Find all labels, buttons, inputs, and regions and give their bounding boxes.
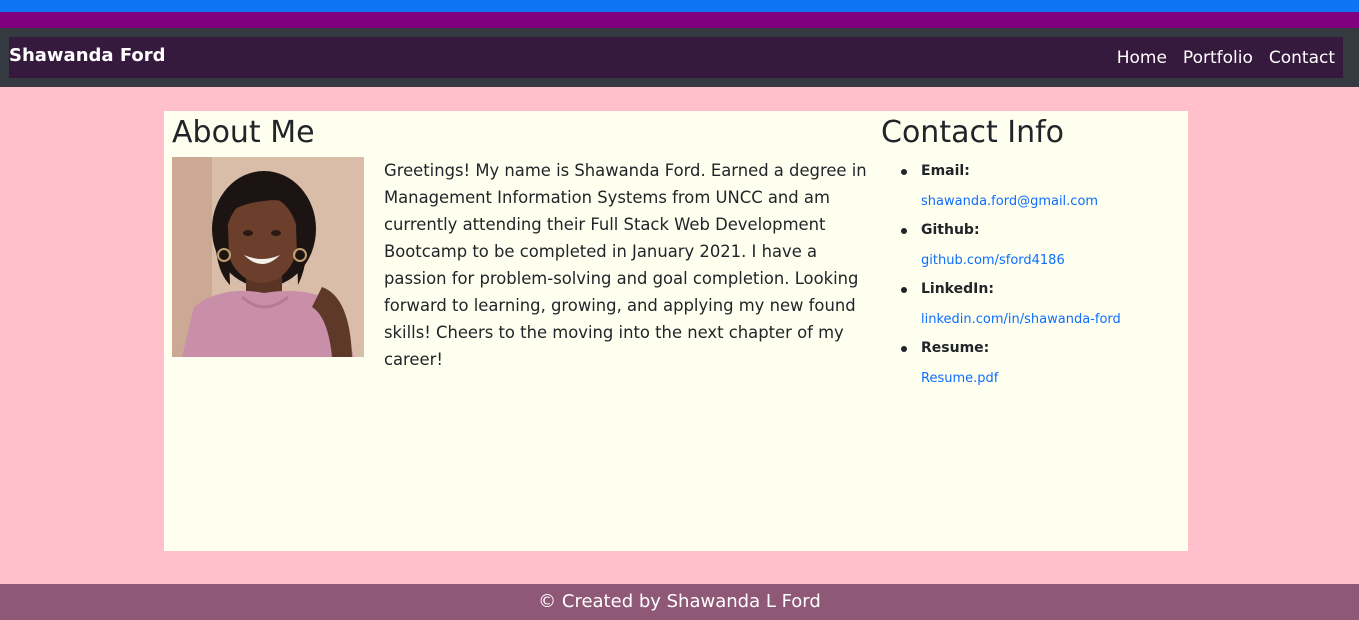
footer-text: © Created by Shawanda L Ford (538, 591, 821, 612)
nav-link-contact[interactable]: Contact (1269, 47, 1335, 69)
contact-item-linkedin: LinkedIn: linkedin.com/in/shawanda-ford (881, 279, 1181, 338)
navbar-inner: Shawanda Ford Home Portfolio Contact (9, 37, 1343, 78)
bullet-icon (901, 346, 907, 352)
nav-link-portfolio[interactable]: Portfolio (1183, 47, 1253, 69)
contact-item-email: Email: shawanda.ford@gmail.com (881, 161, 1181, 220)
nav-links: Home Portfolio Contact (1117, 47, 1335, 69)
profile-photo-illustration (172, 157, 364, 357)
contact-item-github: Github: github.com/sford4186 (881, 220, 1181, 279)
contact-item-resume: Resume: Resume.pdf (881, 338, 1181, 397)
footer: © Created by Shawanda L Ford (0, 584, 1359, 620)
main-card: About Me Greetings! My name is Shawanda … (164, 111, 1188, 551)
bullet-icon (901, 287, 907, 293)
navbar: Shawanda Ford Home Portfolio Contact (0, 28, 1359, 87)
top-stripe-purple (0, 12, 1359, 28)
contact-label: Github: (921, 222, 980, 238)
top-stripe-blue (0, 0, 1359, 12)
nav-link-home[interactable]: Home (1117, 47, 1167, 69)
contact-list: Email: shawanda.ford@gmail.com Github: g… (881, 161, 1181, 397)
contact-label: Resume: (921, 340, 990, 356)
bio-text: Greetings! My name is Shawanda Ford. Ear… (384, 161, 867, 369)
contact-label: Email: (921, 163, 970, 179)
linkedin-link[interactable]: linkedin.com/in/shawanda-ford (921, 311, 1181, 329)
about-heading: About Me (172, 115, 315, 150)
brand-link[interactable]: Shawanda Ford (9, 45, 166, 67)
bullet-icon (901, 228, 907, 234)
resume-link[interactable]: Resume.pdf (921, 370, 1181, 388)
bullet-icon (901, 169, 907, 175)
github-link[interactable]: github.com/sford4186 (921, 252, 1181, 270)
contact-heading: Contact Info (881, 115, 1065, 150)
contact-label: LinkedIn: (921, 281, 994, 297)
email-link[interactable]: shawanda.ford@gmail.com (921, 193, 1181, 211)
profile-photo (172, 157, 364, 357)
